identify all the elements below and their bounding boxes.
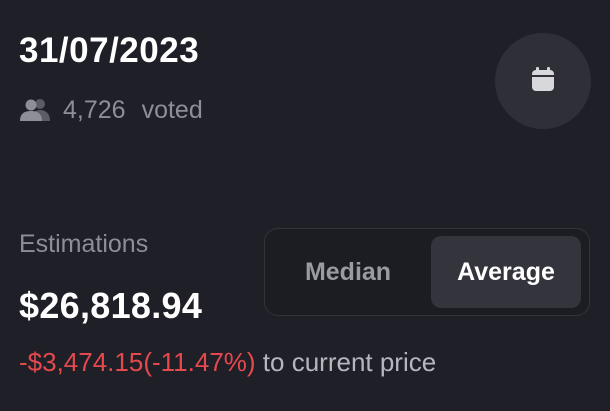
voted-label: voted: [141, 95, 203, 124]
estimate-value: $26,818.94: [19, 285, 203, 326]
estimations-label: Estimations: [19, 230, 149, 258]
price-difference-suffix: to current price: [262, 347, 437, 377]
voted-count: 4,726: [63, 95, 126, 124]
prediction-date: 31/07/2023: [19, 31, 200, 70]
calendar-icon: [527, 63, 559, 100]
median-option[interactable]: Median: [273, 236, 423, 308]
price-difference: -$3,474.15(-11.47%): [19, 347, 256, 377]
estimation-mode-toggle: Median Average: [264, 228, 590, 316]
average-option[interactable]: Average: [431, 236, 581, 308]
voters-row: 4,726 voted: [19, 94, 203, 126]
prediction-card: 31/07/2023 4,726 voted Estimations $26,8…: [0, 0, 610, 411]
price-difference-row: -$3,474.15(-11.47%) to current price: [19, 345, 436, 379]
users-icon: [19, 97, 53, 123]
calendar-button[interactable]: [495, 33, 591, 129]
